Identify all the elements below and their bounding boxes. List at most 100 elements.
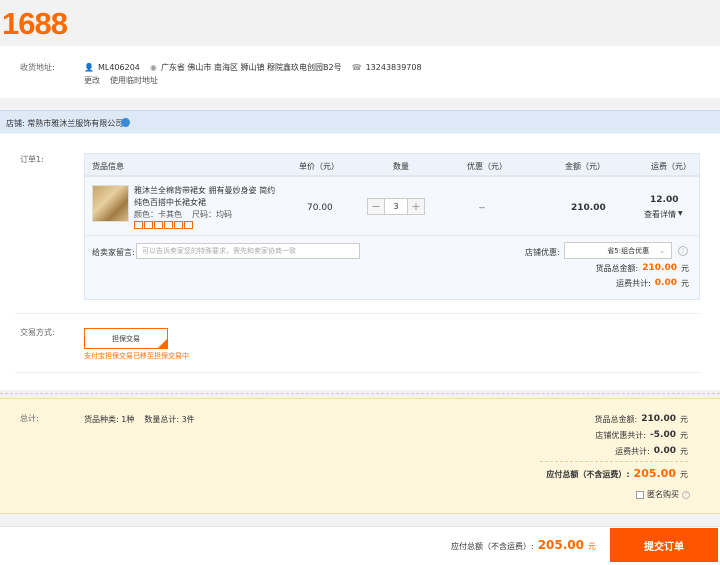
change-address-link[interactable]: 更改: [84, 75, 100, 86]
footer-payable-row: 应付总额（不含运费）: 205.00 元: [400, 538, 596, 552]
address-label: 收货地址:: [20, 63, 55, 72]
header-goods-info: 货品信息: [92, 162, 124, 171]
summary-discount-label: 店铺优惠共计:: [595, 431, 647, 440]
service-tag-icon: [164, 221, 173, 229]
summary-discount-currency: 元: [680, 431, 688, 440]
summary-panel: 总计: 货品种类: 1种 数量总计: 3件 货品总金额: 210.00 元 店铺…: [0, 398, 720, 514]
message-input[interactable]: 可以告诉卖家您的特殊要求，需先和卖家协商一致: [136, 243, 360, 259]
goods-table-header: 货品信息 单价（元） 数量 优惠（元） 金额（元） 运费（元）: [84, 153, 700, 176]
shipping-detail-link[interactable]: 查看详情 ▼: [644, 209, 683, 220]
summary-counts: 货品种类: 1种 数量总计: 3件: [84, 414, 195, 425]
address-location: 广东省 佛山市 南海区 狮山镇 穆院鑫玖电创园B2号: [160, 63, 342, 72]
address-panel: 收货地址: 👤 ML406204 ◉ 广东省 佛山市 南海区 狮山镇 穆院鑫玖电…: [0, 46, 720, 98]
trade-method-option[interactable]: 担保交易: [84, 328, 168, 349]
item-discount: --: [479, 203, 485, 212]
order-label: 订单1:: [20, 155, 44, 164]
service-tag-icon: [144, 221, 153, 229]
goods-total-label: 货品总金额:: [595, 264, 639, 273]
selected-corner-icon: [158, 339, 167, 348]
trade-method-text: 担保交易: [112, 334, 140, 343]
summary-shipping-row: 运费共计: 0.00 元: [520, 446, 688, 457]
summary-shipping-value: 0.00: [653, 446, 676, 456]
item-price: 70.00: [307, 203, 333, 213]
service-tag-icon: [174, 221, 183, 229]
goods-count: 数量总计: 3件: [144, 415, 195, 424]
product-thumbnail[interactable]: [92, 185, 129, 222]
footer-payable-label: 应付总额（不含运费）:: [450, 542, 534, 551]
service-tag-icon: [184, 221, 193, 229]
message-label: 给卖家留言:: [92, 248, 135, 257]
goods-row-box: 雅沐兰全棉背带裙女 拥有曼妙身姿 简约 纯色百搭中长裙女裙 颜色：卡其色 尺码：…: [84, 176, 700, 300]
address-phone: 13243839708: [365, 63, 422, 72]
section-divider: [15, 372, 700, 373]
buyer-id: ML406204: [97, 63, 140, 72]
summary-shipping-currency: 元: [680, 447, 688, 456]
service-tags: [134, 221, 194, 229]
anonymous-purchase[interactable]: 匿名购买 ?: [636, 489, 690, 500]
summary-discount-row: 店铺优惠共计: -5.00 元: [520, 430, 688, 441]
summary-payable-label: 应付总额（不含运费）:: [546, 470, 630, 479]
product-specs: 颜色：卡其色 尺码：均码: [134, 209, 232, 220]
help-icon[interactable]: ?: [682, 490, 690, 499]
summary-payable-row: 应付总额（不含运费）: 205.00 元: [480, 467, 688, 480]
goods-total-value: 210.00: [642, 263, 677, 273]
summary-goods-total-row: 货品总金额: 210.00 元: [520, 414, 688, 425]
goods-total-currency: 元: [681, 264, 689, 273]
product-title-line2: 纯色百搭中长裙女裙: [134, 198, 206, 207]
trade-method-note: 支付宝担保交易已移至担保交易中: [84, 352, 189, 360]
user-icon: 👤: [84, 63, 94, 72]
product-title[interactable]: 雅沐兰全棉背带裙女 拥有曼妙身姿 简约 纯色百搭中长裙女裙: [134, 185, 275, 209]
footer-payable-currency: 元: [588, 542, 596, 551]
submit-order-button[interactable]: 提交订单: [610, 528, 718, 562]
shop-bar: 店铺: 常熟市雅沐兰服饰有限公司: [0, 110, 720, 133]
dashed-divider: [0, 393, 720, 394]
caret-down-icon: ▼: [678, 210, 683, 217]
address-line: 👤 ML406204 ◉ 广东省 佛山市 南海区 狮山镇 穆院鑫玖电创园B2号 …: [84, 62, 422, 73]
summary-goods-total-value: 210.00: [641, 414, 676, 424]
brand-logo[interactable]: 1688: [2, 6, 68, 42]
header-unit-price: 单价（元）: [299, 162, 339, 171]
summary-goods-total-label: 货品总金额:: [594, 415, 638, 424]
order-panel: 订单1: 货品信息 单价（元） 数量 优惠（元） 金额（元） 运费（元） 雅沐兰…: [0, 134, 720, 390]
shipping-total-currency: 元: [681, 279, 689, 288]
header-amount: 金额（元）: [565, 162, 605, 171]
address-actions: 更改 使用临时地址: [84, 75, 158, 86]
shipping-total-label: 运费共计:: [616, 279, 651, 288]
shipping-total-row: 运费共计: 0.00 元: [555, 278, 689, 289]
summary-label: 总计:: [20, 414, 39, 423]
product-size: 尺码：均码: [192, 210, 232, 219]
chat-icon[interactable]: [121, 118, 130, 127]
footer-payable-value: 205.00: [537, 538, 584, 552]
shop-discount-value: 省5:组合优惠: [607, 246, 650, 255]
summary-payable-value: 205.00: [633, 467, 676, 480]
anonymous-label: 匿名购买: [647, 490, 679, 499]
chevron-down-icon: ⌄: [659, 246, 665, 255]
product-color: 颜色：卡其色: [134, 210, 182, 219]
shop-name[interactable]: 店铺: 常熟市雅沐兰服饰有限公司: [6, 118, 123, 129]
phone-icon: ☎: [351, 63, 362, 72]
temp-address-link[interactable]: 使用临时地址: [110, 75, 158, 86]
trade-method-label: 交易方式:: [20, 328, 55, 337]
service-tag-icon: [154, 221, 163, 229]
quantity-decrease-button[interactable]: −: [368, 199, 384, 214]
item-shipping: 12.00: [650, 195, 679, 205]
service-tag-icon: [134, 221, 143, 229]
goods-total-row: 货品总金额: 210.00 元: [555, 263, 689, 274]
anonymous-checkbox[interactable]: [636, 490, 644, 499]
shipping-total-value: 0.00: [654, 278, 677, 288]
help-icon[interactable]: ?: [678, 246, 688, 256]
summary-discount-value: -5.00: [650, 430, 676, 440]
summary-goods-total-currency: 元: [680, 415, 688, 424]
goods-kinds: 货品种类: 1种: [84, 415, 135, 424]
header-shipping: 运费（元）: [651, 162, 691, 171]
product-title-line1: 雅沐兰全棉背带裙女 拥有曼妙身姿 简约: [134, 186, 276, 195]
section-divider: [15, 313, 700, 314]
quantity-increase-button[interactable]: +: [408, 199, 424, 214]
row-divider: [85, 235, 699, 236]
summary-payable-divider: [540, 461, 688, 462]
location-pin-icon: ◉: [149, 63, 157, 72]
shipping-detail-label: 查看详情: [644, 210, 676, 219]
quantity-input[interactable]: 3: [384, 199, 408, 214]
shop-discount-select[interactable]: 省5:组合优惠 ⌄: [564, 242, 672, 259]
header-discount: 优惠（元）: [467, 162, 507, 171]
